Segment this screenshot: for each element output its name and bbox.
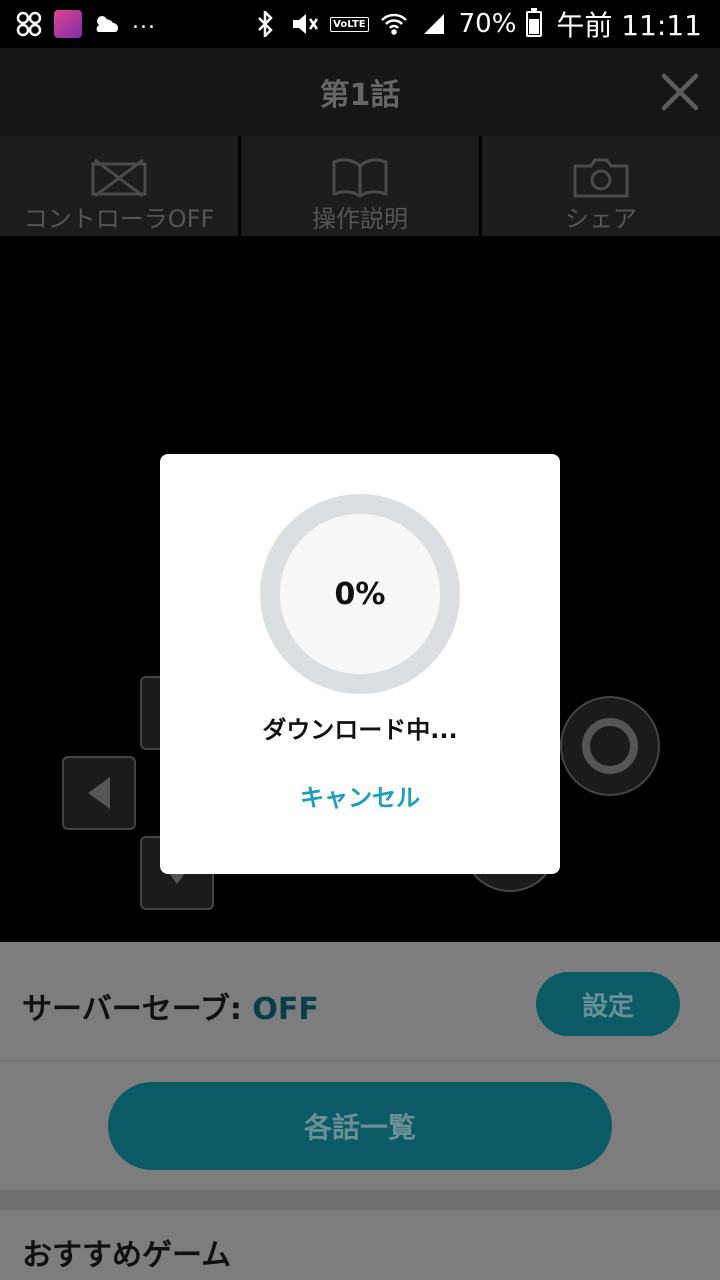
arrow-left-icon	[88, 777, 110, 809]
recommended-games-heading: おすすめゲーム	[22, 1238, 232, 1273]
close-icon	[661, 73, 699, 111]
wifi-icon	[379, 9, 409, 39]
manual-button[interactable]: 操作説明	[241, 136, 479, 236]
toolbar: コントローラOFF 操作説明 シェア	[0, 136, 720, 236]
app-icon	[54, 10, 82, 38]
page-title: 第1話	[319, 78, 401, 113]
download-dialog: 0% ダウンロード中... キャンセル	[160, 454, 560, 874]
server-save-value: OFF	[252, 992, 319, 1027]
status-bar: ... VoLTE 70% 午前 11:11	[0, 0, 720, 48]
battery-icon	[526, 8, 543, 37]
more-notifications: ...	[132, 8, 156, 34]
lower-panel: サーバーセーブ: OFF 設定 各話一覧 おすすめゲーム	[0, 942, 720, 1280]
manual-label: 操作説明	[312, 205, 408, 233]
clock: 午前 11:11	[556, 9, 702, 42]
battery-percent: 70%	[458, 9, 517, 39]
progress-percent: 0%	[334, 576, 386, 612]
download-status: ダウンロード中...	[262, 716, 458, 744]
controller-off-icon	[91, 158, 147, 198]
cancel-button[interactable]: キャンセル	[280, 778, 440, 818]
signal-icon	[419, 9, 449, 39]
section-divider	[0, 1190, 720, 1210]
pinwheel-icon	[14, 9, 44, 39]
camera-icon	[573, 158, 629, 198]
action-button-a[interactable]	[560, 696, 660, 796]
controller-off-label: コントローラOFF	[23, 205, 215, 233]
weather-icon	[92, 9, 122, 39]
book-icon	[332, 158, 388, 198]
controller-off-button[interactable]: コントローラOFF	[0, 136, 238, 236]
episodes-list-button[interactable]: 各話一覧	[108, 1082, 612, 1170]
header-bar: 第1話	[0, 48, 720, 136]
server-save-label: サーバーセーブ: OFF	[22, 992, 319, 1027]
share-label: シェア	[565, 205, 637, 233]
server-save-row: サーバーセーブ: OFF 設定	[0, 942, 720, 1062]
volte-icon: VoLTE	[330, 16, 369, 32]
dpad-left[interactable]	[62, 756, 136, 830]
settings-button[interactable]: 設定	[536, 972, 680, 1036]
share-button[interactable]: シェア	[482, 136, 720, 236]
circle-icon	[582, 718, 638, 774]
close-button[interactable]	[656, 68, 704, 116]
mute-icon	[290, 9, 320, 39]
bluetooth-icon	[250, 9, 280, 39]
